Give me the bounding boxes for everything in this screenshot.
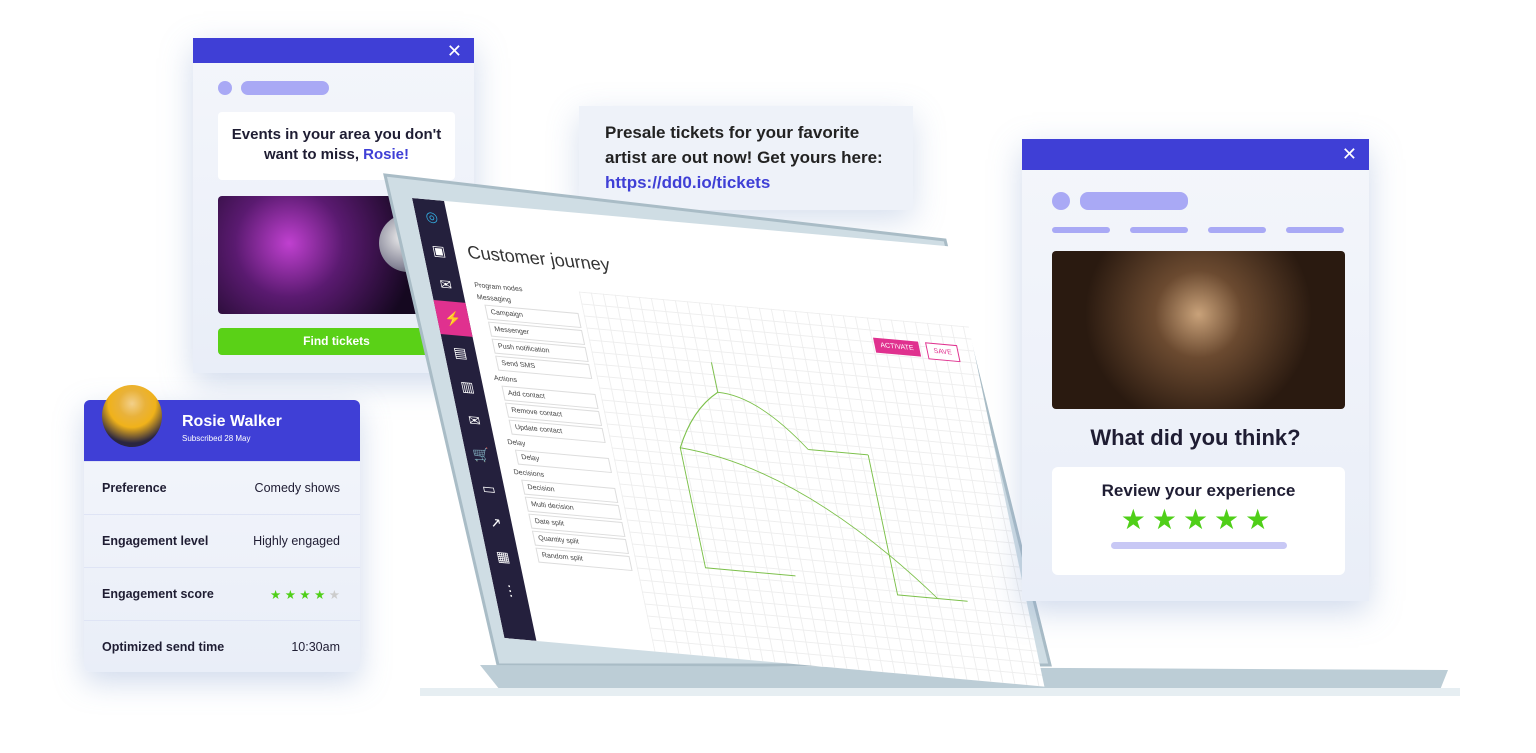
contacts-icon[interactable]: ▣ xyxy=(419,232,458,269)
star-icon[interactable]: ★ xyxy=(1245,504,1276,535)
star-icon: ★ xyxy=(328,587,340,602)
star-rating[interactable]: ★★★★★ xyxy=(1052,503,1345,536)
star-icon: ★ xyxy=(270,587,285,602)
review-question: What did you think? xyxy=(1090,425,1301,450)
avatar-placeholder xyxy=(1052,192,1070,210)
profile-row: Engagement score ★ ★ ★ ★ ★ xyxy=(84,567,360,620)
apps-icon[interactable]: ▦ xyxy=(483,538,522,575)
cart-icon[interactable]: 🛒 xyxy=(462,436,501,473)
review-prompt: Review your experience xyxy=(1101,481,1296,500)
pages-icon[interactable]: ▤ xyxy=(441,334,480,371)
text-placeholder xyxy=(1080,192,1188,210)
review-header: ✕ xyxy=(1022,139,1369,170)
profile-row: Preference Comedy shows xyxy=(84,461,360,514)
chat-icon[interactable]: ▭ xyxy=(469,470,508,507)
review-box: Review your experience ★★★★★ xyxy=(1052,467,1345,575)
profile-row: Engagement level Highly engaged xyxy=(84,514,360,567)
star-icon: ★ xyxy=(299,587,315,602)
analytics-icon[interactable]: ↗ xyxy=(476,504,515,541)
engagement-stars: ★ ★ ★ ★ ★ xyxy=(270,587,340,602)
row-label: Engagement level xyxy=(102,534,209,548)
audience-image xyxy=(1052,251,1345,409)
star-icon: ★ xyxy=(314,587,329,602)
contact-name: Rosie Walker xyxy=(182,413,282,430)
email-icon[interactable]: ✉ xyxy=(426,266,465,303)
row-label: Engagement score xyxy=(102,587,214,601)
close-icon[interactable]: ✕ xyxy=(1342,144,1357,165)
star-icon[interactable]: ★ xyxy=(1183,504,1214,535)
forms-icon[interactable]: ▥ xyxy=(448,368,487,405)
page-title: Customer journey xyxy=(465,242,612,275)
text-placeholder xyxy=(1110,542,1287,549)
nav-placeholder xyxy=(1286,227,1344,233)
row-value: 10:30am xyxy=(291,640,340,654)
star-icon: ★ xyxy=(284,587,300,602)
row-value: Comedy shows xyxy=(254,481,340,495)
templates-icon[interactable]: ✉ xyxy=(455,402,494,439)
profile-row: Optimized send time 10:30am xyxy=(84,620,360,672)
save-button[interactable]: SAVE xyxy=(925,342,961,363)
star-icon[interactable]: ★ xyxy=(1214,504,1245,535)
subscribed-date: Subscribed 28 May xyxy=(182,434,251,443)
app-screen: ◎ ▣ ✉ ⚡ ▤ ▥ ✉ 🛒 ▭ ↗ ▦ ⋮ Customer journey… xyxy=(412,198,1045,687)
avatar xyxy=(102,385,162,447)
row-label: Preference xyxy=(102,481,167,495)
nav-placeholder xyxy=(1052,227,1110,233)
nav-placeholder xyxy=(1130,227,1188,233)
review-popup: ✕ What did you think? Review your experi… xyxy=(1022,139,1369,601)
row-label: Optimized send time xyxy=(102,640,225,654)
nav-placeholder xyxy=(1208,227,1266,233)
more-icon[interactable]: ⋮ xyxy=(491,572,530,609)
row-value: Highly engaged xyxy=(253,534,340,548)
automation-icon[interactable]: ⚡ xyxy=(433,300,473,337)
star-icon[interactable]: ★ xyxy=(1121,504,1152,535)
star-icon[interactable]: ★ xyxy=(1152,504,1183,535)
logo-icon: ◎ xyxy=(423,207,440,225)
